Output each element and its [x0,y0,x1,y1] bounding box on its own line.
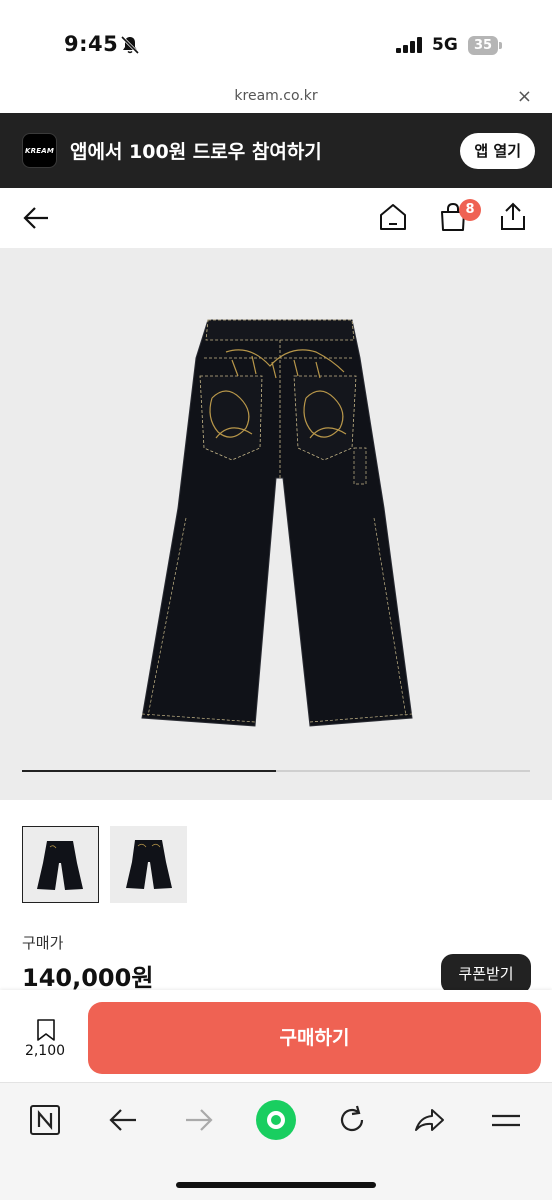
green-dot-icon[interactable] [255,1099,297,1141]
open-app-button[interactable]: 앱 열기 [460,133,535,169]
home-indicator [176,1182,376,1188]
back-arrow-icon[interactable] [22,204,50,232]
coupon-button[interactable]: 쿠폰받기 [441,954,531,994]
thumbnail-1[interactable] [22,826,99,903]
naver-n-icon[interactable] [28,1103,62,1137]
browser-forward-icon[interactable] [182,1103,216,1137]
thumbnail-2[interactable] [110,826,187,903]
banner-message: 앱에서 100원 드로우 참여하기 [70,141,322,163]
close-icon[interactable]: × [517,86,532,107]
product-image[interactable] [0,248,552,800]
home-icon[interactable] [378,202,408,232]
price-label: 구매가 [22,934,64,952]
browser-share-icon[interactable] [412,1103,446,1137]
signal-icon [396,37,422,53]
thumbnail-pants-back [126,840,172,889]
bookmark-icon[interactable] [36,1018,56,1042]
network-type: 5G [432,35,458,55]
pants-back-illustration [141,319,413,727]
bell-off-icon [120,35,140,55]
battery-icon: 35 [468,36,502,55]
cart-count-badge: 8 [459,199,481,221]
price-value: 140,000원 [22,964,154,992]
battery-level: 35 [468,36,498,55]
app-download-banner[interactable]: KREAM 앱에서 100원 드로우 참여하기 앱 열기 [0,113,552,188]
browser-back-icon[interactable] [106,1103,140,1137]
status-time: 9:45 [64,32,119,56]
battery-tip [499,42,502,49]
wish-count: 2,100 [24,1043,66,1059]
buy-button[interactable]: 구매하기 [88,1002,541,1074]
browser-url-row: kream.co.kr × [0,86,552,112]
thumbnail-pants-front [37,841,83,890]
status-bar: 9:45 5G 35 [0,0,552,86]
refresh-icon[interactable] [335,1103,369,1137]
menu-icon[interactable] [489,1103,523,1137]
share-icon[interactable] [499,201,527,231]
browser-url[interactable]: kream.co.kr [0,88,552,104]
kream-logo: KREAM [22,133,57,168]
gallery-progress-fill [22,770,276,772]
gallery-progress-track [22,770,530,772]
